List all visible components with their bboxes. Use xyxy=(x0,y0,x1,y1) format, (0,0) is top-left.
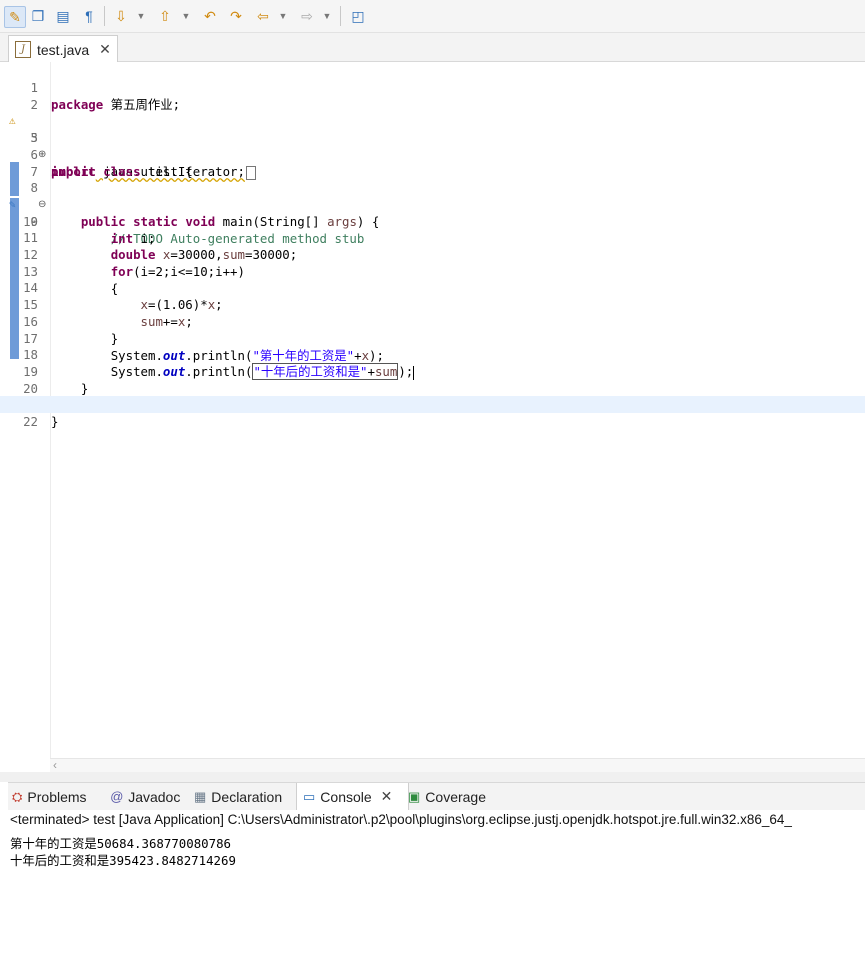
console-header: <terminated> test [Java Application] C:\… xyxy=(10,812,792,827)
forward-icon[interactable]: ⇨ xyxy=(296,6,318,26)
toolbar-separator xyxy=(340,6,341,26)
tab-declaration[interactable]: ▦ Declaration xyxy=(194,783,282,810)
tab-label: Declaration xyxy=(211,788,283,805)
open-console-icon[interactable]: ◰ xyxy=(348,6,368,26)
code-line: 18 System.out.println("十年后的工资和是"+sum); xyxy=(0,329,865,381)
tab-javadoc[interactable]: @ Javadoc xyxy=(110,783,180,810)
dropdown-arrow-icon[interactable]: ▼ xyxy=(277,6,289,26)
tab-label: Coverage xyxy=(425,788,486,805)
templates-icon[interactable]: ❐ xyxy=(29,6,47,26)
problems-icon: ⛭ xyxy=(12,788,23,804)
code-line: 21 } xyxy=(0,379,865,429)
console-icon: ▭ xyxy=(303,788,316,804)
scroll-left-icon[interactable]: ‹ xyxy=(53,758,57,772)
code-line: ⚠ 3 ⊕ import java.util.Iterator; xyxy=(0,95,865,180)
code-line: 15 sum+=x; xyxy=(0,279,865,329)
code-editor[interactable]: 1 package 第五周作业; 2 ⚠ 3 ⊕ import java.uti… xyxy=(0,62,865,773)
console-view[interactable]: <terminated> test [Java Application] C:\… xyxy=(8,810,865,980)
tab-label: Console xyxy=(320,788,372,805)
pencil-icon[interactable]: ✎ xyxy=(4,6,26,28)
next-edit-icon[interactable]: ↷ xyxy=(225,6,247,26)
next-annotation-icon[interactable]: ⇩ xyxy=(110,6,132,26)
close-icon[interactable]: ✕ xyxy=(99,41,111,58)
code-text: } xyxy=(51,414,59,430)
tab-problems[interactable]: ⛭ Problems xyxy=(12,783,87,810)
code-line: 14 x=(1.06)*x; xyxy=(0,262,865,312)
console-output-line: 十年后的工资和是395423.8482714269 xyxy=(10,853,236,868)
toolbar-separator xyxy=(104,6,105,26)
javadoc-icon: @ xyxy=(110,789,124,804)
dropdown-arrow-icon[interactable]: ▼ xyxy=(135,6,147,26)
java-file-icon: J xyxy=(15,41,31,58)
code-line: 1 package 第五周作业; xyxy=(0,62,865,112)
code-line: ✎ 9 // TODO Auto-generated method stub xyxy=(0,179,865,246)
code-line: 20 xyxy=(0,363,865,396)
line-number: 22 xyxy=(23,414,38,429)
code-line: 13 { xyxy=(0,246,865,296)
close-icon[interactable]: ✕ xyxy=(381,788,393,805)
code-line: 17 System.out.println("第十年的工资是"+x); xyxy=(0,313,865,363)
tab-coverage[interactable]: ▣ Coverage xyxy=(408,783,486,810)
code-line: 8 ⊖ public static void main(String[] arg… xyxy=(0,162,865,229)
code-line: 10 int i; xyxy=(0,196,865,246)
panel-splitter[interactable] xyxy=(0,772,865,782)
dropdown-arrow-icon[interactable]: ▼ xyxy=(180,6,192,26)
source-outline-icon[interactable]: ▤ xyxy=(54,6,72,26)
code-line: 6 public class test { xyxy=(0,129,865,179)
horizontal-scrollbar[interactable]: ‹ xyxy=(50,758,865,773)
tab-label: Javadoc xyxy=(128,788,181,805)
main-toolbar: ✎ ❐ ▤ ¶ ⇩ ▼ ⇧ ▼ ↶ ↷ ⇦ ▼ ⇨ ▼ ◰ xyxy=(0,0,865,33)
back-icon[interactable]: ⇦ xyxy=(252,6,274,26)
tab-label: Problems xyxy=(27,788,87,805)
code-line: 7 xyxy=(0,146,865,179)
code-line: 12 for(i=2;i<=10;i++) xyxy=(0,229,865,279)
dropdown-arrow-icon[interactable]: ▼ xyxy=(321,6,333,26)
previous-annotation-icon[interactable]: ⇧ xyxy=(154,6,176,26)
code-line: 16 } xyxy=(0,296,865,346)
bottom-panel-tabs: ⛭ Problems @ Javadoc ▦ Declaration ▭ Con… xyxy=(8,782,865,811)
tab-test-java[interactable]: J test.java ✕ xyxy=(8,35,118,63)
coverage-icon: ▣ xyxy=(408,788,421,804)
code-line: 2 xyxy=(0,79,865,112)
pilcrow-icon[interactable]: ¶ xyxy=(80,6,98,26)
declaration-icon: ▦ xyxy=(194,788,207,804)
code-line: 11 double x=30000,sum=30000; xyxy=(0,212,865,262)
tab-label: test.java xyxy=(37,41,90,58)
editor-tab-bar: J test.java ✕ xyxy=(0,33,865,63)
code-line: 19 } xyxy=(0,346,865,396)
current-code-line: 22 xyxy=(0,396,865,429)
console-output-line: 第十年的工资是50684.368770080786 xyxy=(10,836,232,851)
last-edit-icon[interactable]: ↶ xyxy=(199,6,221,26)
tab-console[interactable]: ▭ Console ✕ xyxy=(296,783,409,810)
code-line: 5 xyxy=(0,112,865,145)
